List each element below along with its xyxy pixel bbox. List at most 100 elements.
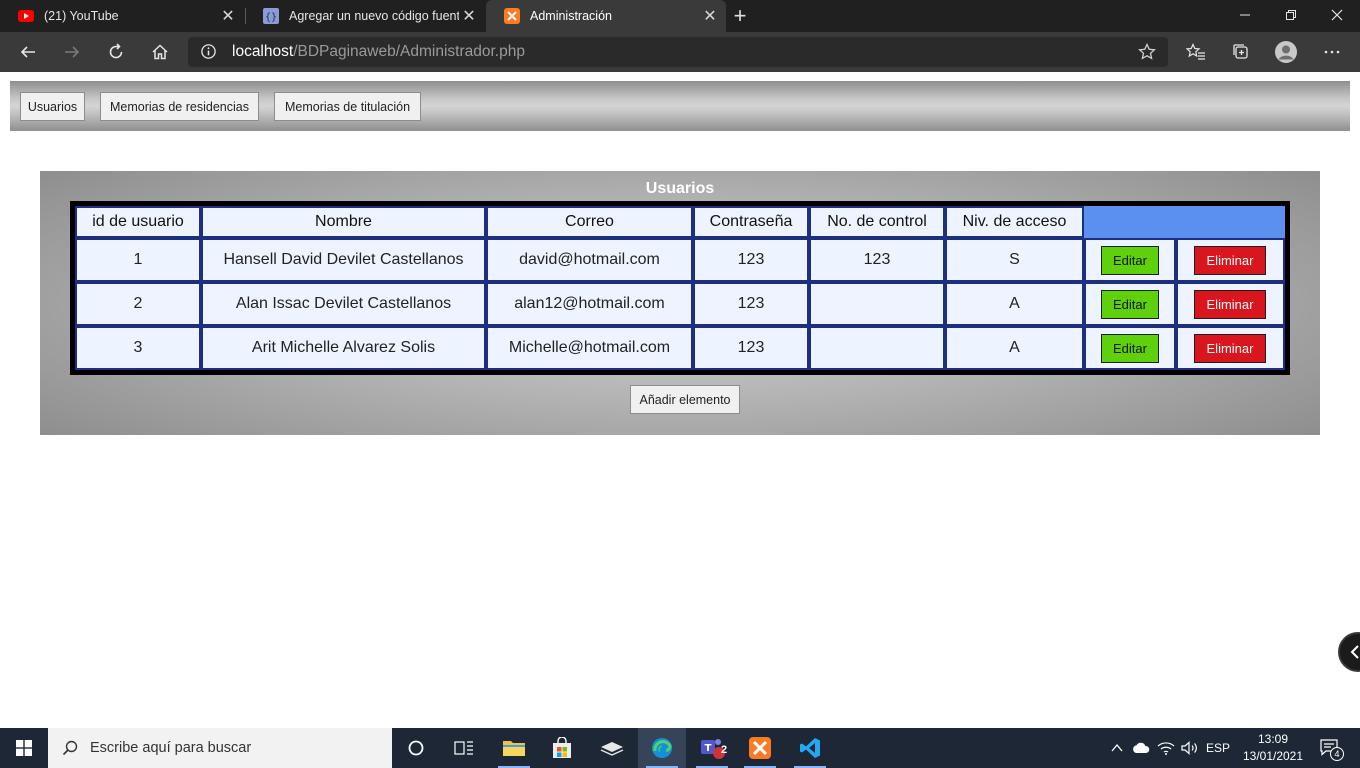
folder-icon <box>503 741 525 756</box>
search-placeholder: Escribe aquí para buscar <box>90 740 252 756</box>
cell-contrasena: 123 <box>693 282 809 326</box>
tab-title: Agregar un nuevo código fuente <box>289 9 459 23</box>
tab-title: Administración <box>530 9 612 23</box>
close-icon[interactable]: ✕ <box>700 6 720 26</box>
vscode-icon <box>800 738 820 758</box>
cloud-icon <box>1133 742 1150 753</box>
url-text: localhost/BDPaginaweb/Administrador.php <box>232 43 525 61</box>
cell-control <box>809 282 945 326</box>
nav-residencias-button[interactable]: Memorias de residencias <box>100 92 259 121</box>
chevron-left-icon <box>1350 645 1359 659</box>
edit-button[interactable]: Editar <box>1101 290 1159 319</box>
windows-taskbar: Escribe aquí para buscar T 2 ESP 13:09 1… <box>0 728 1360 768</box>
edge-button[interactable] <box>638 728 686 768</box>
youtube-icon <box>18 8 34 24</box>
more-menu-icon[interactable] <box>1316 36 1348 68</box>
cell-nivel: A <box>945 326 1084 370</box>
browser-tab-strip: (21) YouTube ✕ {} Agregar un nuevo códig… <box>0 0 1360 32</box>
cell-id: 2 <box>75 282 201 326</box>
taskbar-search-input[interactable]: Escribe aquí para buscar <box>48 728 392 768</box>
chevron-up-icon <box>1111 743 1123 752</box>
tab-youtube[interactable]: (21) YouTube ✕ <box>0 0 244 32</box>
column-header: Nombre <box>201 206 486 238</box>
url-host: localhost <box>232 43 294 60</box>
favorite-star-icon[interactable] <box>1138 42 1156 66</box>
cell-id: 1 <box>75 238 201 282</box>
show-hidden-icons-button[interactable] <box>1106 728 1128 768</box>
cell-nombre: Hansell David Devilet Castellanos <box>201 238 486 282</box>
favorites-icon[interactable] <box>1180 36 1212 68</box>
info-icon[interactable] <box>200 43 217 65</box>
column-header: Contraseña <box>693 206 809 238</box>
nav-titulacion-button[interactable]: Memorias de titulación <box>274 92 421 121</box>
teams-badge: 2 <box>720 744 728 756</box>
xampp-button[interactable] <box>736 728 784 768</box>
cell-control: 123 <box>809 238 945 282</box>
edit-button[interactable]: Editar <box>1101 246 1159 275</box>
taskbar-clock[interactable]: 13:09 13/01/2021 <box>1238 731 1308 765</box>
new-tab-button[interactable]: + <box>728 3 752 28</box>
cell-nivel: A <box>945 282 1084 326</box>
stack-icon <box>600 742 624 756</box>
add-element-button[interactable]: Añadir elemento <box>630 385 740 414</box>
profile-avatar-icon[interactable] <box>1270 36 1302 68</box>
top-navigation: Usuarios Memorias de residencias Memoria… <box>10 81 1350 131</box>
close-icon[interactable]: ✕ <box>459 6 479 26</box>
clock-date: 13/01/2021 <box>1242 749 1304 763</box>
page-content: Usuarios Memorias de residencias Memoria… <box>0 72 1360 728</box>
task-view-icon <box>454 741 473 755</box>
edit-button[interactable]: Editar <box>1101 334 1159 363</box>
clock-time: 13:09 <box>1257 732 1289 746</box>
svg-text:{}: {} <box>265 12 277 23</box>
delete-button[interactable]: Eliminar <box>1194 334 1266 363</box>
minimize-button[interactable] <box>1222 0 1268 30</box>
column-header: id de usuario <box>75 206 201 238</box>
tab-code[interactable]: {} Agregar un nuevo código fuente ✕ <box>245 0 485 32</box>
teams-button[interactable]: T 2 <box>688 728 736 768</box>
delete-button[interactable]: Eliminar <box>1194 290 1266 319</box>
header-fill <box>1084 206 1285 238</box>
vscode-button[interactable] <box>786 728 834 768</box>
network-button[interactable] <box>1154 728 1178 768</box>
search-icon <box>62 740 78 756</box>
windows-icon <box>16 740 32 756</box>
users-panel: Usuarios id de usuario Nombre Correo Con… <box>40 171 1320 435</box>
store-icon <box>553 737 571 758</box>
tab-administracion[interactable]: Administración ✕ <box>486 0 726 32</box>
home-button[interactable] <box>144 36 176 68</box>
cell-correo: alan12@hotmail.com <box>486 282 693 326</box>
language-indicator[interactable]: ESP <box>1202 728 1234 768</box>
restore-button[interactable] <box>1268 0 1314 30</box>
notification-center-button[interactable]: 4 <box>1314 728 1346 768</box>
cell-correo: david@hotmail.com <box>486 238 693 282</box>
cortana-icon <box>408 740 424 756</box>
cell-control <box>809 326 945 370</box>
volume-button[interactable] <box>1178 728 1202 768</box>
close-window-button[interactable] <box>1314 0 1360 30</box>
wifi-icon <box>1157 742 1175 755</box>
delete-button[interactable]: Eliminar <box>1194 246 1266 275</box>
close-icon[interactable]: ✕ <box>218 6 238 26</box>
cell-contrasena: 123 <box>693 238 809 282</box>
cell-nivel: S <box>945 238 1084 282</box>
cell-id: 3 <box>75 326 201 370</box>
cell-nombre: Arit Michelle Alvarez Solis <box>201 326 486 370</box>
store-button[interactable] <box>538 728 586 768</box>
nav-usuarios-button[interactable]: Usuarios <box>20 92 85 121</box>
back-button[interactable] <box>12 36 44 68</box>
refresh-button[interactable] <box>100 36 132 68</box>
users-table: id de usuario Nombre Correo Contraseña N… <box>70 201 1290 375</box>
panel-title: Usuarios <box>645 180 715 197</box>
collections-icon[interactable] <box>1225 36 1257 68</box>
start-button[interactable] <box>0 728 48 768</box>
edge-icon <box>652 738 672 758</box>
cortana-button[interactable] <box>392 728 440 768</box>
xampp-icon <box>749 737 771 759</box>
onedrive-button[interactable] <box>1128 728 1154 768</box>
task-view-button[interactable] <box>440 728 488 768</box>
forward-button[interactable] <box>56 36 88 68</box>
svg-text:T: T <box>705 743 712 754</box>
notification-count-badge: 4 <box>1330 747 1344 761</box>
file-explorer-button[interactable] <box>490 728 538 768</box>
app-button[interactable] <box>588 728 636 768</box>
